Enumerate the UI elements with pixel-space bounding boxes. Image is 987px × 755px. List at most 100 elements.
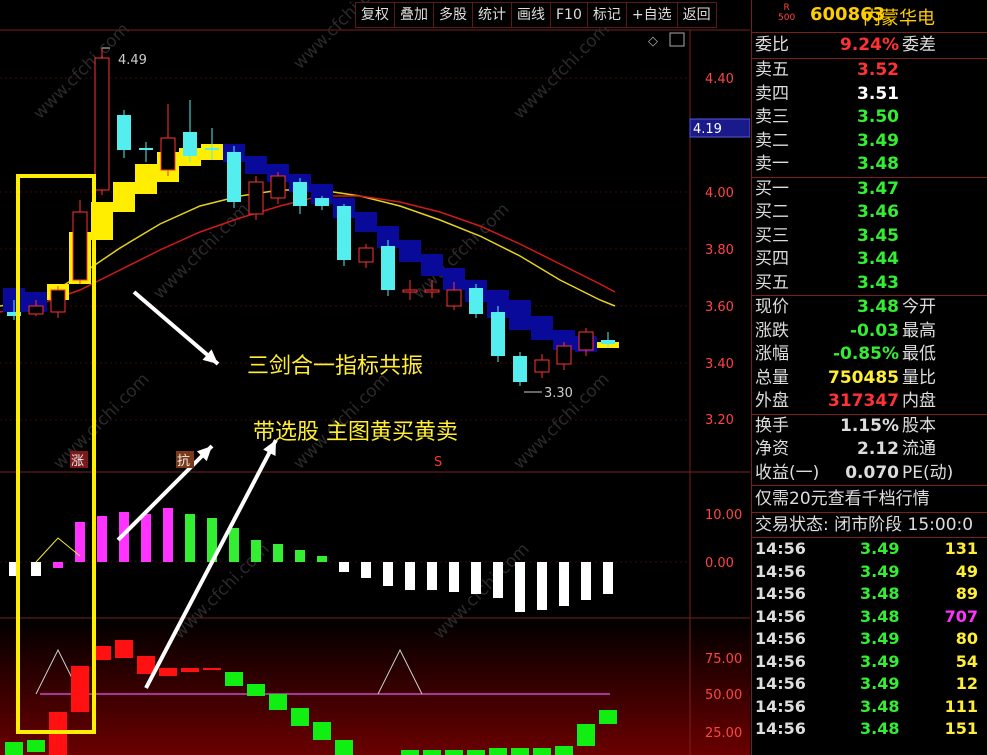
kd-bar: [467, 750, 485, 755]
rating-badge-top: R: [783, 3, 790, 13]
kd-bar: [291, 708, 309, 726]
quote-stat-value: 750485: [828, 367, 899, 388]
tick-volume: 151: [944, 719, 978, 738]
tick-time: 14:56: [755, 674, 806, 693]
tick-volume: 54: [955, 651, 978, 671]
candle-body-down: [117, 115, 131, 150]
toolbar-draw-line-button[interactable]: 画线: [512, 2, 551, 28]
bid-level-label: 买二: [755, 202, 789, 222]
bid-level-row: 买二 3.46: [752, 201, 987, 225]
annotation-arrow-line: [132, 290, 220, 366]
candle-body-down: [227, 152, 241, 202]
webi-label: 委比: [755, 35, 789, 55]
window-icon[interactable]: [669, 32, 685, 47]
bid-level-row: 买一 3.47: [752, 178, 987, 202]
toolbar-fuquan-button[interactable]: 复权: [355, 2, 395, 28]
tick-list[interactable]: 14:56 3.49 131 14:56 3.49 49 14:56 3.48 89 14:56 3…: [752, 538, 987, 741]
badge-up-label: 涨: [71, 454, 84, 469]
kline-chart[interactable]: www.cfchi.com www.cfchi.com www.cfchi.comw…: [0, 0, 750, 755]
tick-row: 14:56 3.48 89: [752, 583, 987, 606]
bid-level-label: 买一: [755, 178, 789, 199]
candle-body-up: [28, 305, 44, 315]
bid-level-value: 3.43: [857, 272, 899, 293]
kd-bar: [335, 740, 353, 755]
kd-bar: [181, 668, 199, 672]
tick-price: 3.49: [860, 539, 900, 558]
macd-signal-line: [35, 537, 81, 563]
candle-body-down: [293, 182, 307, 206]
kd-bar: [313, 722, 331, 740]
ask-level-row: 卖四 3.51: [752, 83, 987, 107]
quote-stat-row: 外盘 317347 内盘: [752, 390, 987, 414]
weicha-label: 委差: [902, 35, 936, 55]
toolbar-statistics-button[interactable]: 统计: [473, 2, 512, 28]
fundamental-stat-label: 换手: [755, 415, 789, 436]
quote-stat-label: 总量: [755, 367, 789, 388]
candle-body-up: [358, 247, 374, 263]
kd-bar: [423, 750, 441, 755]
diamond-icon[interactable]: ◇: [648, 34, 658, 49]
tick-price: 3.49: [860, 651, 900, 671]
toolbar-mark-button[interactable]: 标记: [587, 2, 627, 28]
toolbar-back-button[interactable]: 返回: [677, 2, 717, 28]
fundamental-stat-value: 0.070: [845, 462, 899, 483]
tick-row: 14:56 3.49 80: [752, 628, 987, 651]
macd-bar: [493, 562, 503, 598]
fundamental-stat-row: 收益(一) 0.070 PE(动): [752, 462, 987, 486]
bid-level-label: 买四: [755, 249, 789, 269]
tick-time: 14:56: [755, 584, 806, 603]
macd-bar: [537, 562, 547, 610]
candle-body-up: [424, 289, 440, 293]
ask-level-value: 3.52: [857, 60, 899, 80]
candle-body-up: [578, 331, 594, 351]
stock-header: R 500 600863 内蒙华电: [752, 0, 987, 33]
candle-body-down: [337, 206, 351, 260]
kd-bar: [27, 740, 45, 752]
tick-volume: 111: [944, 696, 978, 716]
tick-volume: 707: [944, 606, 978, 626]
toolbar-overlay-button[interactable]: 叠加: [395, 2, 434, 28]
tick-price: 3.49: [860, 629, 900, 648]
quote-stat-row: 涨跌 -0.03 最高: [752, 320, 987, 344]
ask-level-label: 卖一: [755, 154, 789, 174]
fundamental-stat-row: 换手 1.15% 股本: [752, 415, 987, 439]
candle-body-up: [160, 137, 176, 171]
tick-price: 3.48: [860, 606, 900, 626]
toolbar-add-watchlist-button[interactable]: +自选: [626, 2, 678, 28]
tick-row: 14:56 3.49 12: [752, 673, 987, 696]
price-axis-label: 3.60: [705, 300, 734, 315]
ask-level-label: 卖三: [755, 107, 789, 127]
macd-axis-label: 10.00: [705, 508, 742, 523]
fundamental-stat-row: 净资 2.12 流通: [752, 438, 987, 462]
ask-levels: 卖五 3.52 卖四 3.51 卖三 3.50 卖二 3.49 卖一 3.48: [752, 59, 987, 178]
macd-bar: [471, 562, 481, 594]
tick-volume: 49: [955, 561, 978, 581]
kd-bar: [159, 668, 177, 676]
level2-promo-link[interactable]: 仅需20元查看千档行情: [752, 486, 987, 513]
fundamental-stat-label2: 股本: [902, 415, 936, 436]
kd-bar: [533, 748, 551, 755]
macd-bar: [339, 562, 349, 572]
toolbar-f10-button[interactable]: F10: [551, 2, 588, 28]
quote-stat-label: 现价: [755, 297, 789, 317]
quote-stats: 现价 3.48 今开 涨跌 -0.03 最高 涨幅 -0.85% 最低 总量 750485 量比 外盘 3…: [752, 296, 987, 415]
candle-body-down: [183, 132, 197, 156]
ask-level-label: 卖四: [755, 83, 789, 104]
low-price-marker: 3.30: [544, 386, 573, 401]
annotation-resonance: 三剑合一指标共振: [247, 354, 423, 379]
fundamental-stat-label: 收益(一): [755, 462, 820, 483]
price-axis-label: 3.80: [705, 243, 734, 258]
signal-ribbon-segment: [399, 240, 421, 262]
quote-stat-label2: 量比: [902, 367, 936, 388]
candle-body-down: [601, 340, 615, 344]
quote-stat-row: 现价 3.48 今开: [752, 296, 987, 320]
watermark-text: www.cfchi.com: [149, 199, 253, 303]
candle-body-down: [139, 148, 153, 150]
macd-bar: [141, 514, 151, 562]
watermark-text: www.cfchi.com: [49, 369, 153, 473]
rating-badge: R 500: [778, 3, 795, 23]
candle-body-down: [205, 148, 219, 150]
toolbar-multi-stock-button[interactable]: 多股: [434, 2, 473, 28]
quote-stat-row: 总量 750485 量比: [752, 367, 987, 391]
kd-bar: [225, 672, 243, 686]
